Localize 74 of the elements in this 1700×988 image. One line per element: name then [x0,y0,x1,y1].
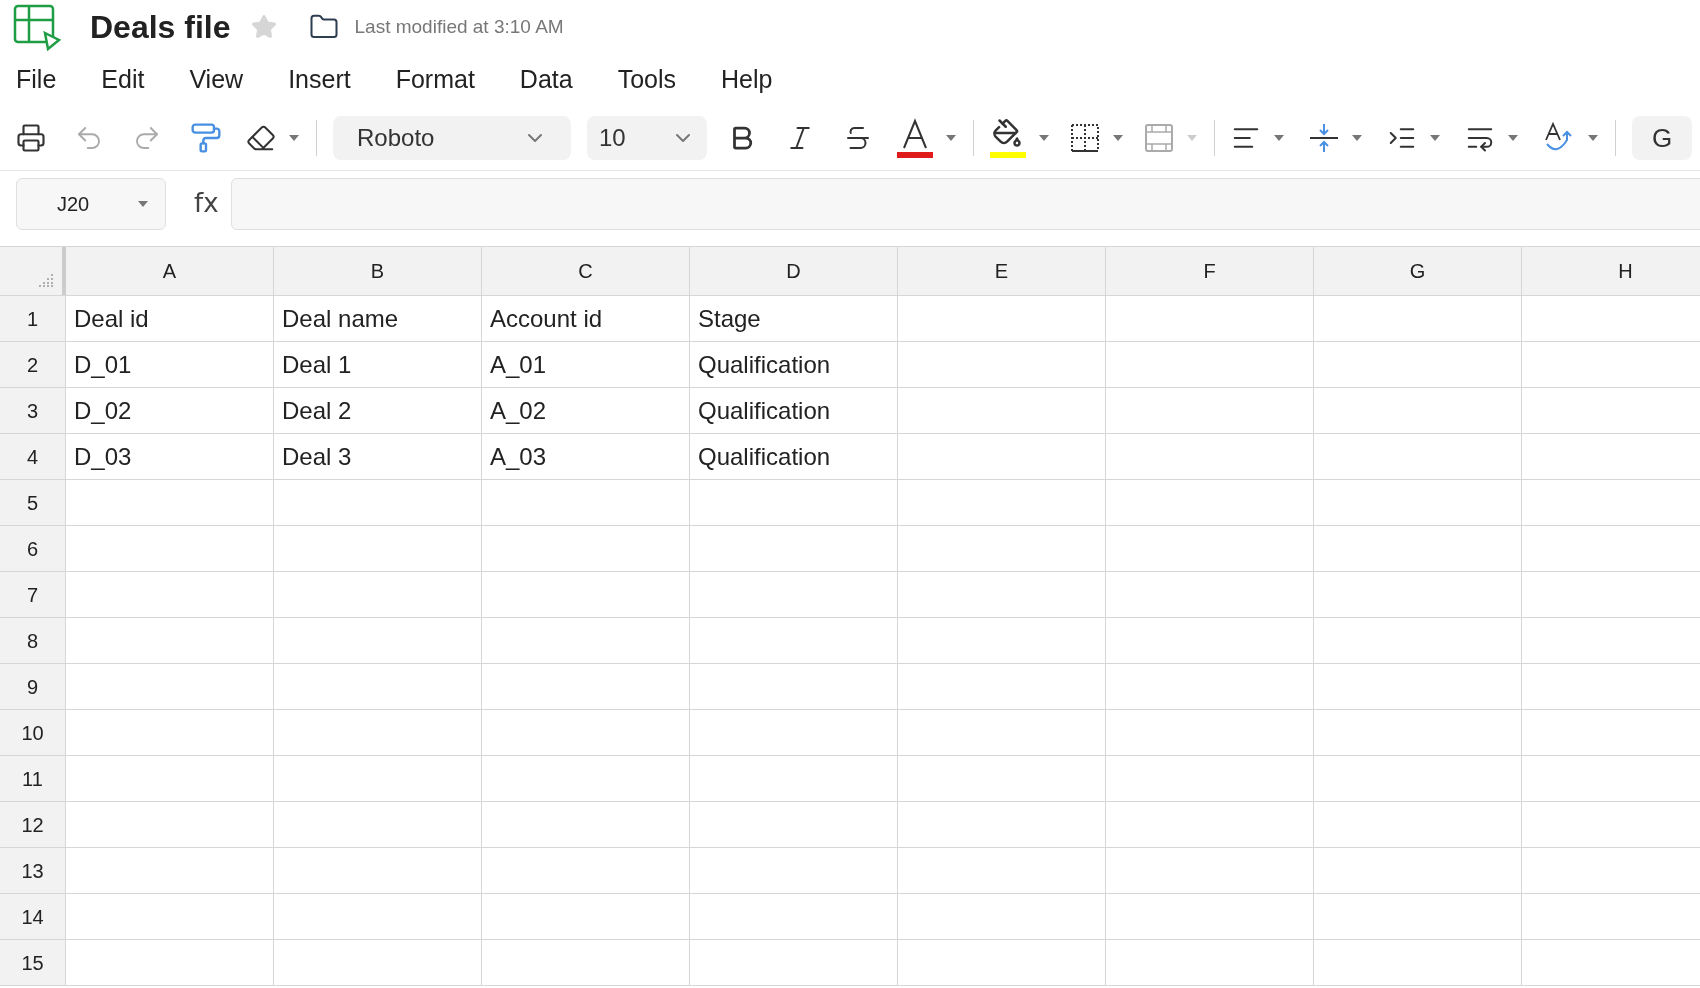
column-header[interactable]: A [66,247,274,295]
text-color-icon[interactable] [897,118,933,158]
row-header[interactable]: 8 [0,618,66,663]
menu-item[interactable]: Edit [101,61,145,99]
cell-text: Deal 2 [282,395,352,426]
cell-text: D_03 [74,441,132,472]
menu-item[interactable]: Data [519,61,573,99]
cell-text: A_01 [490,349,547,380]
row-header[interactable]: 6 [0,526,66,571]
menu-item[interactable]: Help [721,61,773,99]
spreadsheet-logo-icon[interactable] [12,3,62,51]
menu-item[interactable]: Insert [288,61,351,99]
row-header[interactable]: 13 [0,848,66,893]
menu-item[interactable]: File [16,61,57,99]
cell-text: Stage [698,303,761,334]
caret-icon[interactable] [1038,134,1050,142]
menu-item[interactable]: Tools [617,61,677,99]
column-header[interactable]: C [482,247,690,295]
caret-icon[interactable] [137,199,149,208]
cell-text: Qualification [698,441,831,472]
cell-text: Deal 1 [282,349,352,380]
caret-icon[interactable] [1507,134,1519,142]
caret-icon[interactable] [1273,134,1285,142]
row-header[interactable]: 7 [0,572,66,617]
column-header[interactable]: E [898,247,1106,295]
cell-reference-field[interactable]: J20 [16,177,166,230]
row-header[interactable]: 4 [0,434,66,479]
corner-dots-icon [38,273,54,287]
print-icon[interactable] [16,123,46,153]
borders-icon[interactable] [1070,123,1100,153]
row-header[interactable]: 9 [0,664,66,709]
row-header[interactable]: 14 [0,894,66,939]
caret-icon[interactable] [1587,134,1599,142]
font-select[interactable]: Roboto [333,116,571,160]
last-modified-text: Last modified at 3:10 AM [354,14,564,39]
star-icon[interactable] [250,14,277,40]
file-title: Deals file [90,8,231,47]
cell-text: Deal 3 [282,441,352,472]
column-header[interactable]: G [1314,247,1522,295]
function-icon: fx [194,184,219,223]
cell-text: Qualification [698,395,831,426]
row-header[interactable]: 15 [0,940,66,985]
caret-icon[interactable] [945,134,957,142]
menu-item[interactable]: Format [395,61,475,99]
row-header[interactable]: 5 [0,480,66,525]
column-header[interactable]: H [1522,247,1700,295]
row-header[interactable]: 10 [0,710,66,755]
paint-roller-icon[interactable] [190,122,222,154]
eraser-icon[interactable] [246,123,276,153]
row-header[interactable]: 3 [0,388,66,433]
caret-icon[interactable] [1351,134,1363,142]
cell-text: Account id [490,303,603,334]
row-header[interactable]: 2 [0,342,66,387]
vertical-align-icon[interactable] [1309,123,1339,153]
caret-icon[interactable] [288,134,300,142]
cell-text: Deal id [74,303,149,334]
row-header[interactable]: 12 [0,802,66,847]
cell-text: D_02 [74,395,132,426]
cell-text: A_03 [490,441,547,472]
caret-icon[interactable] [1112,134,1124,142]
caret-icon[interactable] [1429,134,1441,142]
row-header[interactable]: 11 [0,756,66,801]
cell-text: Deal name [282,303,399,334]
toolbar-button[interactable]: G [1632,116,1693,160]
column-header[interactable]: F [1106,247,1314,295]
cell-text: Qualification [698,349,831,380]
cell-text: D_01 [74,349,132,380]
column-header[interactable]: D [690,247,898,295]
column-header[interactable]: B [274,247,482,295]
formula-input-field[interactable] [230,177,1700,230]
menu-item[interactable]: View [189,61,244,99]
row-header[interactable]: 1 [0,296,66,341]
cell-text: A_02 [490,395,547,426]
font-size-select[interactable]: 10 [587,116,707,160]
